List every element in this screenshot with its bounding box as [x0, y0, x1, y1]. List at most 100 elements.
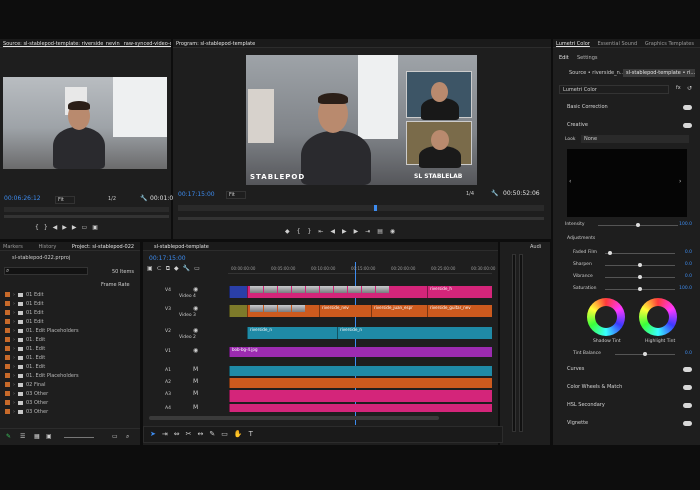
section-toggle[interactable]: [683, 385, 692, 390]
tint-balance-slider[interactable]: [615, 352, 675, 356]
project-bin-item[interactable]: › 01. Edit Placeholders: [5, 327, 128, 336]
tab-graphics-templates[interactable]: Graphics Templates: [642, 39, 697, 47]
adjust-slider[interactable]: [605, 263, 675, 267]
track-id[interactable]: V4: [165, 288, 171, 293]
tab-source[interactable]: Source: sl-stablepod-template: riverside…: [0, 39, 171, 47]
subtab-edit[interactable]: Edit: [559, 55, 569, 61]
snap-icon[interactable]: ⊂: [157, 265, 166, 272]
label-color[interactable]: [5, 292, 10, 297]
new-bin-icon[interactable]: ▭: [112, 434, 118, 440]
label-color[interactable]: [5, 346, 10, 351]
track-id[interactable]: A4: [165, 406, 171, 411]
clip-a4[interactable]: [229, 404, 492, 412]
add-marker-icon[interactable]: ◆: [285, 228, 297, 235]
label-color[interactable]: [5, 391, 10, 396]
link-icon[interactable]: ⧉: [166, 265, 174, 272]
adjust-slider[interactable]: [605, 275, 675, 279]
adjust-value[interactable]: 0.0: [685, 262, 692, 267]
overwrite-icon[interactable]: ▣: [92, 224, 103, 231]
track-id[interactable]: V3: [165, 307, 171, 312]
hand-tool-icon[interactable]: ✋: [234, 430, 249, 438]
label-color[interactable]: [5, 310, 10, 315]
wrench-icon[interactable]: 🔧: [140, 196, 147, 202]
playhead[interactable]: [374, 205, 377, 211]
label-color[interactable]: [5, 409, 10, 414]
tab-history[interactable]: History: [35, 242, 59, 250]
section-basic-correction[interactable]: Basic Correction: [553, 101, 700, 113]
wrench-icon[interactable]: 🔧: [183, 265, 194, 272]
section-creative[interactable]: Creative: [553, 119, 700, 131]
source-fit-select[interactable]: Fit: [55, 196, 75, 204]
lumetri-section[interactable]: Vignette: [553, 417, 700, 429]
mute-icon[interactable]: M: [193, 405, 198, 411]
tab-lumetri[interactable]: Lumetri Color: [553, 39, 593, 47]
eye-icon[interactable]: ◉: [193, 328, 198, 334]
creative-toggle[interactable]: [683, 123, 692, 128]
marker-icon[interactable]: ◆: [174, 265, 183, 272]
clip-v3-c[interactable]: riverside_juan_espr: [371, 305, 427, 317]
rectangle-tool-icon[interactable]: ▭: [221, 430, 234, 438]
adjust-value[interactable]: 100.0: [679, 286, 692, 291]
label-color[interactable]: [5, 328, 10, 333]
clip-v4-b[interactable]: riverside_h: [427, 286, 492, 298]
track-id[interactable]: A2: [165, 380, 171, 385]
program-scrub-bar[interactable]: [178, 205, 544, 211]
eye-icon[interactable]: ◉: [193, 287, 198, 293]
label-color[interactable]: [5, 373, 10, 378]
shadow-tint-wheel[interactable]: [587, 298, 625, 336]
search-input[interactable]: ⌕: [4, 267, 88, 275]
clip-v2-b[interactable]: riverside_n: [337, 327, 492, 339]
project-bin-item[interactable]: › 03 Other: [5, 399, 128, 408]
track-id[interactable]: A1: [165, 368, 171, 373]
sequence-dropdown[interactable]: sl-stablepod-template • ri...: [623, 69, 695, 77]
section-toggle[interactable]: [683, 403, 692, 408]
look-dropdown[interactable]: None: [581, 135, 689, 143]
track-id[interactable]: V1: [165, 349, 171, 354]
adjust-value[interactable]: 0.0: [685, 250, 692, 255]
basic-toggle[interactable]: [683, 105, 692, 110]
program-fit-select[interactable]: Fit: [226, 191, 246, 199]
project-bin-item[interactable]: › 01 Edit: [5, 300, 128, 309]
mute-icon[interactable]: M: [193, 391, 198, 397]
ripple-edit-icon[interactable]: ⇔: [174, 430, 186, 438]
subtab-settings[interactable]: Settings: [577, 55, 598, 61]
label-color[interactable]: [5, 301, 10, 306]
eye-icon[interactable]: ◉: [193, 348, 198, 354]
type-tool-icon[interactable]: T: [249, 430, 259, 438]
lumetri-section[interactable]: Curves: [553, 363, 700, 375]
eye-icon[interactable]: ◉: [193, 306, 198, 312]
zoom-slider[interactable]: [64, 437, 94, 438]
track-select-icon[interactable]: ⇥: [162, 430, 174, 438]
program-zoom-bar[interactable]: [178, 217, 544, 220]
slip-icon[interactable]: ↔: [198, 430, 210, 438]
project-bin-item[interactable]: › 03 Other: [5, 390, 128, 399]
label-color[interactable]: [5, 364, 10, 369]
project-bin-item[interactable]: › 01. Edit: [5, 354, 128, 363]
tab-project[interactable]: Project: sl-stablepod-022: [69, 242, 137, 250]
mark-in-icon[interactable]: {: [35, 224, 44, 231]
go-out-icon[interactable]: ⇥: [365, 228, 377, 235]
mark-in-icon[interactable]: {: [297, 228, 308, 235]
source-ratio-select[interactable]: 1/2: [108, 196, 116, 202]
list-view-icon[interactable]: ☰: [20, 434, 25, 440]
source-scrub-bar[interactable]: [4, 207, 169, 212]
intensity-value[interactable]: 100.0: [679, 222, 692, 227]
section-toggle[interactable]: [683, 421, 692, 426]
label-color[interactable]: [5, 337, 10, 342]
tab-sequence[interactable]: sl-stablepod-template: [151, 242, 212, 250]
project-bin-item[interactable]: › 01. Edit: [5, 336, 128, 345]
label-color[interactable]: [5, 400, 10, 405]
play-icon[interactable]: ▶: [62, 224, 72, 231]
icon-view-icon[interactable]: ▦: [34, 434, 40, 440]
lift-icon[interactable]: ▤: [377, 228, 390, 235]
mark-out-icon[interactable]: }: [307, 228, 318, 235]
razor-icon[interactable]: ✂: [186, 430, 198, 438]
project-bin-item[interactable]: › 02 Final: [5, 381, 128, 390]
reset-icon[interactable]: ↺: [687, 86, 692, 92]
captions-icon[interactable]: ▭: [194, 265, 204, 272]
project-bin-item[interactable]: › 03 Other: [5, 408, 128, 417]
chevron-right-icon[interactable]: ›: [679, 179, 681, 185]
insert-icon[interactable]: ▭: [82, 224, 93, 231]
section-toggle[interactable]: [683, 367, 692, 372]
project-bin-item[interactable]: › 01. Edit: [5, 345, 128, 354]
